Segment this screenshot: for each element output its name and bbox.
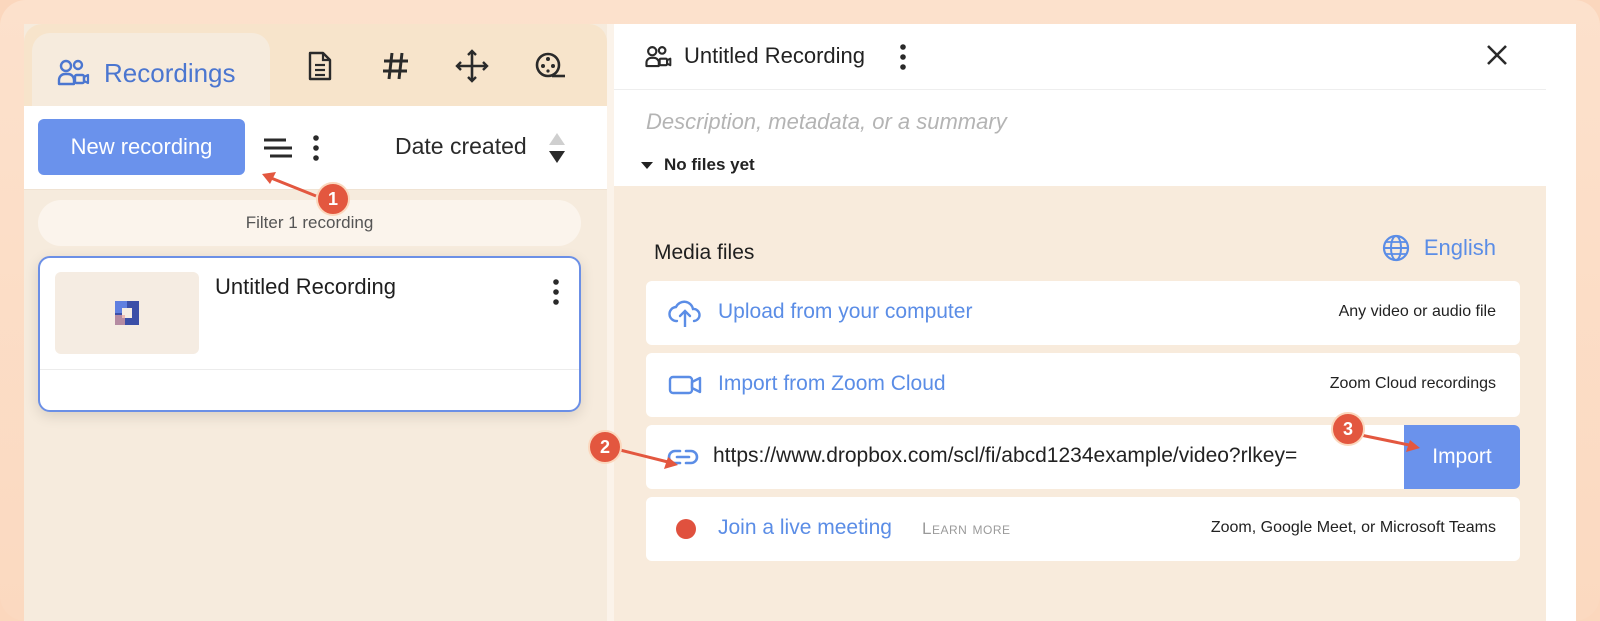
tab-hashtag[interactable] (378, 48, 414, 84)
link-icon (667, 449, 699, 465)
recordings-panel: Recordings New recording Date created Fi… (24, 24, 607, 621)
new-recording-button[interactable]: New recording (38, 119, 245, 175)
description-input[interactable]: Description, metadata, or a summary (646, 109, 1007, 135)
step-badge-3: 3 (1331, 412, 1365, 446)
tab-document[interactable] (302, 48, 338, 84)
tab-recordings-label: Recordings (104, 57, 236, 88)
tab-recordings[interactable]: Recordings (32, 33, 270, 113)
recording-card[interactable]: Untitled Recording (38, 256, 581, 412)
people-camera-icon (645, 46, 672, 68)
step-badge-1: 1 (316, 182, 350, 216)
app-logo-icon (115, 301, 139, 325)
url-import-row: https://www.dropbox.com/scl/fi/abcd1234e… (646, 425, 1520, 489)
record-dot-icon (676, 519, 696, 539)
language-label: English (1423, 235, 1496, 260)
detail-header: Untitled Recording (614, 24, 1546, 90)
live-meeting-option[interactable]: Join a live meeting Learn more Zoom, Goo… (646, 497, 1520, 561)
app-frame: Recordings New recording Date created Fi… (0, 0, 1600, 621)
recordings-toolbar: New recording Date created (24, 106, 607, 190)
detail-more-icon[interactable] (899, 44, 907, 70)
video-camera-icon (668, 375, 702, 395)
import-button[interactable]: Import (1404, 425, 1520, 489)
files-toggle[interactable]: No files yet (640, 155, 755, 175)
recording-thumbnail (55, 272, 199, 354)
recording-detail-panel: Untitled Recording Description, metadata… (614, 24, 1576, 621)
media-files-section: Media files English Upload from your com… (614, 186, 1546, 621)
recording-more-icon[interactable] (552, 279, 560, 305)
zoom-import-hint: Zoom Cloud recordings (1329, 375, 1496, 392)
live-meeting-hint: Zoom, Google Meet, or Microsoft Teams (1210, 519, 1496, 536)
globe-icon (1382, 234, 1409, 262)
zoom-import-option[interactable]: Import from Zoom Cloud Zoom Cloud record… (646, 353, 1520, 417)
upload-option[interactable]: Upload from your computer Any video or a… (646, 281, 1520, 345)
cloud-upload-icon (668, 300, 701, 327)
language-selector[interactable]: English (1382, 234, 1496, 262)
hashtag-icon (383, 52, 408, 80)
tab-move[interactable] (454, 48, 490, 84)
move-arrows-icon (455, 49, 489, 83)
more-options-icon[interactable] (312, 135, 320, 161)
zoom-import-label: Import from Zoom Cloud (718, 372, 946, 395)
media-files-heading: Media files (654, 241, 755, 264)
url-input[interactable]: https://www.dropbox.com/scl/fi/abcd1234e… (713, 444, 1297, 468)
upload-label: Upload from your computer (718, 300, 973, 323)
sort-dropdown[interactable]: Date created (395, 133, 527, 160)
filter-lines-icon[interactable] (264, 136, 292, 160)
people-camera-icon (57, 59, 90, 86)
tab-bar: Recordings (24, 24, 607, 113)
detail-title[interactable]: Untitled Recording (684, 43, 865, 69)
close-icon[interactable] (1486, 44, 1508, 66)
film-reel-icon (535, 52, 565, 78)
files-status: No files yet (664, 155, 755, 174)
filter-input[interactable]: Filter 1 recording (38, 200, 581, 246)
recording-title: Untitled Recording (215, 274, 396, 299)
card-divider (40, 369, 579, 370)
learn-more-link[interactable]: Learn more (922, 519, 1011, 539)
caret-down-icon (641, 162, 653, 169)
app-window: Recordings New recording Date created Fi… (24, 24, 1576, 621)
step-badge-2: 2 (588, 430, 622, 464)
upload-hint: Any video or audio file (1338, 303, 1496, 320)
sort-direction-icon[interactable] (546, 130, 568, 166)
tab-film[interactable] (532, 48, 568, 84)
live-meeting-label: Join a live meeting (718, 516, 892, 539)
document-icon (308, 51, 332, 81)
